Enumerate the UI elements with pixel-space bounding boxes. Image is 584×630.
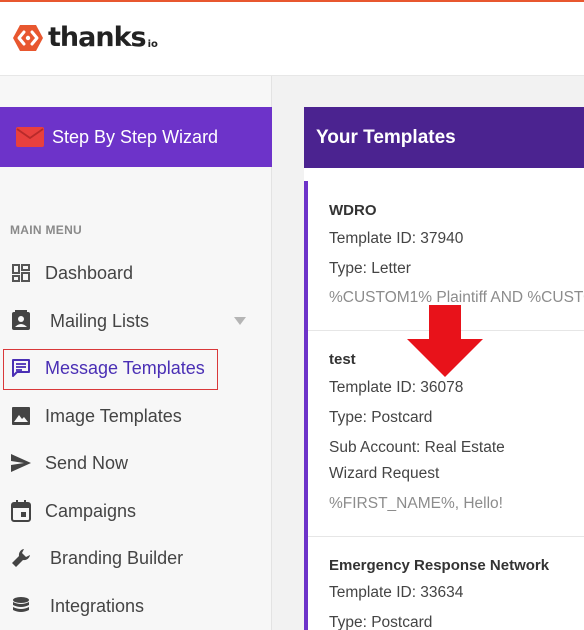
image-icon bbox=[10, 405, 32, 427]
wizard-label: Step By Step Wizard bbox=[52, 126, 219, 147]
template-id: Template ID: 37940 bbox=[329, 230, 464, 247]
database-icon bbox=[10, 595, 32, 617]
template-type: Type: Postcard bbox=[329, 409, 433, 426]
sidebar-item-integrations[interactable]: Integrations bbox=[0, 586, 272, 626]
envelope-icon bbox=[16, 127, 44, 147]
template-card[interactable]: Emergency Response Network Template ID: … bbox=[308, 537, 584, 630]
step-by-step-wizard-button[interactable]: Step By Step Wizard bbox=[0, 107, 272, 167]
sidebar-item-label: Campaigns bbox=[45, 500, 137, 521]
sidebar-item-label: Mailing Lists bbox=[50, 310, 150, 331]
wrench-icon bbox=[10, 547, 32, 569]
template-type: Type: Postcard bbox=[329, 614, 433, 630]
template-preview: %CUSTOM1% Plaintiff AND %CUSTOM bbox=[329, 289, 584, 306]
sidebar-item-label: Message Templates bbox=[45, 357, 205, 378]
sidebar-item-mailing-lists[interactable]: Mailing Lists bbox=[0, 301, 272, 341]
sidebar-item-image-templates[interactable]: Image Templates bbox=[0, 396, 272, 436]
template-list: WDRO Template ID: 37940 Type: Letter %CU… bbox=[304, 181, 584, 630]
calendar-icon bbox=[10, 500, 32, 522]
chevron-down-icon[interactable] bbox=[234, 317, 246, 325]
template-sub-account-continued: Wizard Request bbox=[329, 465, 440, 482]
brand-logo[interactable]: thanks io bbox=[12, 24, 158, 52]
dashboard-icon bbox=[10, 262, 32, 284]
template-type: Type: Letter bbox=[329, 260, 411, 277]
template-card[interactable]: test Template ID: 36078 Type: Postcard S… bbox=[308, 331, 584, 537]
sidebar-item-label: Image Templates bbox=[45, 405, 182, 426]
send-icon bbox=[10, 452, 32, 474]
template-preview: %FIRST_NAME%, Hello! bbox=[329, 495, 503, 512]
brand-name: thanks bbox=[48, 22, 147, 53]
sidebar-item-branding-builder[interactable]: Branding Builder bbox=[0, 538, 272, 578]
template-id: Template ID: 33634 bbox=[329, 584, 464, 601]
template-id: Template ID: 36078 bbox=[329, 379, 464, 396]
brand-suffix: io bbox=[147, 38, 158, 50]
sidebar-item-message-templates[interactable]: Message Templates bbox=[0, 348, 272, 388]
contacts-icon bbox=[10, 310, 32, 332]
top-bar: thanks io bbox=[0, 0, 584, 76]
thanks-logo-icon bbox=[13, 25, 43, 51]
sidebar-item-dashboard[interactable]: Dashboard bbox=[0, 253, 272, 293]
sidebar-item-send-now[interactable]: Send Now bbox=[0, 443, 272, 483]
sidebar-item-label: Send Now bbox=[45, 452, 129, 473]
sidebar-item-label: Dashboard bbox=[45, 262, 134, 283]
message-icon bbox=[10, 357, 32, 379]
template-name: Emergency Response Network bbox=[329, 557, 550, 574]
templates-header: Your Templates bbox=[304, 107, 584, 168]
sidebar-item-campaigns[interactable]: Campaigns bbox=[0, 491, 272, 531]
template-card[interactable]: WDRO Template ID: 37940 Type: Letter %CU… bbox=[308, 181, 584, 331]
page-title: Your Templates bbox=[316, 126, 456, 148]
template-name: test bbox=[329, 351, 356, 368]
template-name: WDRO bbox=[329, 202, 377, 219]
sidebar-item-label: Integrations bbox=[50, 595, 145, 616]
main-menu-heading: MAIN MENU bbox=[10, 223, 83, 237]
template-sub-account: Sub Account: Real Estate bbox=[329, 439, 505, 456]
sidebar-item-label: Branding Builder bbox=[50, 547, 184, 568]
sidebar: Step By Step Wizard MAIN MENU Dashboard … bbox=[0, 76, 272, 630]
templates-panel: Your Templates WDRO Template ID: 37940 T… bbox=[304, 107, 584, 630]
